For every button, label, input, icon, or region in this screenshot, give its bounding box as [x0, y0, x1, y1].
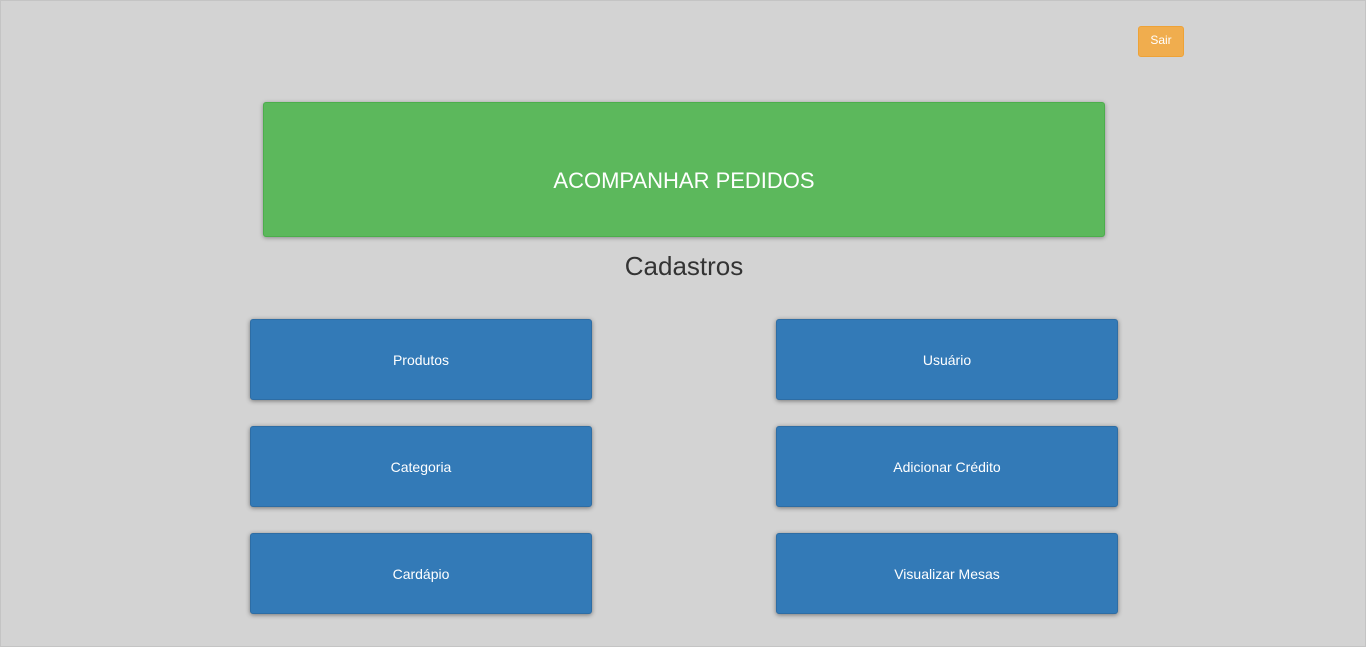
menu-button[interactable]: Cardápio	[250, 533, 592, 614]
track-orders-button[interactable]: ACOMPANHAR PEDIDOS	[263, 102, 1105, 237]
add-credit-button[interactable]: Adicionar Crédito	[776, 426, 1118, 507]
products-button[interactable]: Produtos	[250, 319, 592, 400]
logout-button[interactable]: Sair	[1138, 26, 1184, 57]
section-title: Cadastros	[624, 251, 744, 281]
user-button[interactable]: Usuário	[776, 319, 1118, 400]
view-tables-button[interactable]: Visualizar Mesas	[776, 533, 1118, 614]
category-button[interactable]: Categoria	[250, 426, 592, 507]
